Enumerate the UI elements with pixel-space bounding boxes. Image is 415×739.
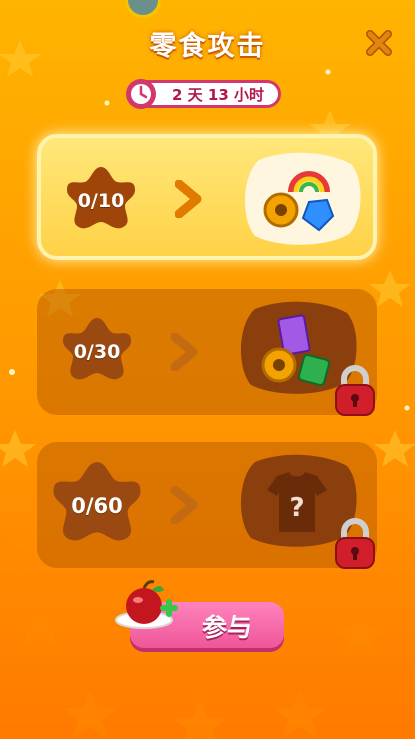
reward-tier-3[interactable]: 0/60 ?	[37, 442, 377, 569]
join-button-label: 参与	[201, 613, 252, 642]
timer-text: 2 天 13 小时	[172, 86, 264, 104]
apple-booster-icon	[115, 580, 178, 629]
clock-icon	[126, 79, 156, 109]
event-timer: 2 天 13 小时	[126, 79, 281, 109]
chevron-right-icon	[171, 486, 198, 524]
tier-progress: 0/30	[73, 341, 121, 363]
reward-rainbow-coin-gem-icon	[244, 152, 361, 245]
lock-icon	[335, 518, 375, 569]
lock-icon	[335, 365, 375, 416]
reward-tier-1[interactable]: 0/10	[37, 134, 377, 260]
svg-text:?: ?	[289, 493, 304, 523]
close-icon[interactable]	[362, 26, 396, 60]
page-title: 零食攻击	[149, 31, 266, 62]
tier-progress: 0/60	[71, 494, 123, 518]
chevron-right-icon	[175, 180, 202, 218]
tier-progress: 0/10	[77, 190, 125, 212]
top-badge-icon	[125, 0, 161, 18]
chevron-right-icon	[171, 333, 198, 371]
reward-tier-2[interactable]: 0/30	[37, 289, 377, 416]
